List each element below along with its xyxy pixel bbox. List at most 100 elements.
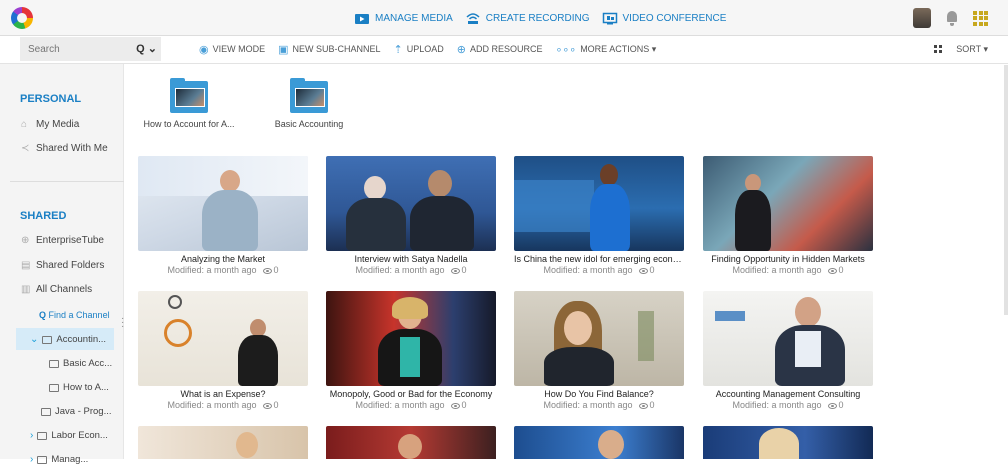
video-thumbnail[interactable] xyxy=(138,291,308,386)
video-thumbnail[interactable] xyxy=(703,291,873,386)
video-card[interactable]: How Do You Find Balance? Modified: a mon… xyxy=(514,291,684,414)
sidebar-item-all-channels[interactable]: ▥ All Channels xyxy=(21,284,92,295)
tree-item-java[interactable]: Java - Prog... xyxy=(41,406,112,417)
folder-icon xyxy=(170,78,208,113)
view-count: 0 xyxy=(649,265,655,275)
views-eye-icon xyxy=(827,267,837,274)
tree-item-accounting[interactable]: ⌄ Accountin... xyxy=(30,334,106,345)
add-resource-label: ADD RESOURCE xyxy=(470,44,543,54)
sidebar-item-shared-with-me[interactable]: ≺ Shared With Me xyxy=(21,143,108,154)
home-icon: ⌂ xyxy=(21,119,28,130)
tree-item-labor-economics[interactable]: › Labor Econ... xyxy=(30,430,108,441)
video-thumbnail[interactable] xyxy=(326,156,496,251)
video-thumbnail[interactable] xyxy=(703,156,873,251)
folder-icon xyxy=(49,359,59,368)
shared-with-me-label: Shared With Me xyxy=(36,143,108,154)
video-thumbnail[interactable] xyxy=(326,291,496,386)
video-meta: Modified: a month ago 0 xyxy=(514,265,684,275)
find-channel-link[interactable]: Q Find a Channel xyxy=(39,310,110,320)
chevron-right-icon[interactable]: › xyxy=(30,430,33,441)
channels-icon: ▥ xyxy=(21,284,31,295)
view-count: 0 xyxy=(649,400,655,410)
toolbar: Q ⌄ ◉VIEW MODE ▣NEW SUB-CHANNEL ⇡UPLOAD … xyxy=(0,36,1008,64)
views-eye-icon xyxy=(450,402,460,409)
view-count: 0 xyxy=(838,265,844,275)
video-card[interactable]: Is China the new idol for emerging econo… xyxy=(514,156,684,279)
modified-text: Modified: a month ago xyxy=(543,400,633,410)
video-title[interactable]: Analyzing the Market xyxy=(138,254,308,264)
video-thumbnail[interactable] xyxy=(138,156,308,251)
tree-item-basic-accounting[interactable]: Basic Acc... xyxy=(49,358,112,369)
video-card[interactable]: What is an Expense? Modified: a month ag… xyxy=(138,291,308,414)
video-conference-button[interactable]: VIDEO CONFERENCE xyxy=(602,12,726,25)
sidebar-item-my-media[interactable]: ⌂ My Media xyxy=(21,119,79,130)
add-resource-button[interactable]: ⊕ ADD RESOURCE xyxy=(457,43,543,56)
modified-text: Modified: a month ago xyxy=(543,265,633,275)
sidebar-item-shared-folders[interactable]: ▤ Shared Folders xyxy=(21,260,104,271)
sort-area: SORT ▾ xyxy=(934,36,988,62)
tree-label: Basic Acc... xyxy=(63,358,113,369)
scrollbar[interactable] xyxy=(1004,65,1008,315)
view-count: 0 xyxy=(273,265,279,275)
video-card[interactable]: Interview with Satya Nadella Modified: a… xyxy=(326,156,496,279)
video-thumbnail[interactable] xyxy=(703,426,873,459)
video-title[interactable]: What is an Expense? xyxy=(138,389,308,399)
video-thumbnail[interactable] xyxy=(514,156,684,251)
new-subchannel-icon: ▣ xyxy=(278,43,289,56)
video-meta: Modified: a month ago 0 xyxy=(703,265,873,275)
video-thumbnail[interactable] xyxy=(514,291,684,386)
video-meta: Modified: a month ago 0 xyxy=(138,400,308,410)
modified-text: Modified: a month ago xyxy=(732,265,822,275)
user-avatar[interactable] xyxy=(913,8,931,28)
folder-tile[interactable]: How to Account for A... xyxy=(134,78,244,129)
video-thumbnail[interactable] xyxy=(138,426,308,459)
video-title[interactable]: Is China the new idol for emerging econo… xyxy=(514,254,684,264)
view-mode-button[interactable]: ◉ VIEW MODE xyxy=(199,43,265,56)
search-input[interactable] xyxy=(20,37,130,61)
video-thumbnail[interactable] xyxy=(514,426,684,459)
my-media-label: My Media xyxy=(36,119,80,130)
video-thumbnail[interactable] xyxy=(326,426,496,459)
create-recording-button[interactable]: CREATE RECORDING xyxy=(465,12,590,25)
views-eye-icon xyxy=(262,267,272,274)
notification-bell-icon[interactable] xyxy=(945,10,959,26)
create-recording-icon xyxy=(465,12,481,25)
video-title[interactable]: Interview with Satya Nadella xyxy=(326,254,496,264)
app-logo[interactable] xyxy=(11,7,33,29)
more-actions-button[interactable]: ∘∘∘ MORE ACTIONS ▾ xyxy=(556,43,657,56)
new-subchannel-label: NEW SUB-CHANNEL xyxy=(292,44,381,54)
video-title[interactable]: Accounting Management Consulting xyxy=(703,389,873,399)
upload-button[interactable]: ⇡ UPLOAD xyxy=(394,43,444,56)
video-meta: Modified: a month ago 0 xyxy=(514,400,684,410)
video-card[interactable]: Finding Opportunity in Hidden Markets Mo… xyxy=(703,156,873,279)
globe-icon: ⊕ xyxy=(21,235,30,246)
tree-label: Accountin... xyxy=(56,334,107,345)
tree-label: Manag... xyxy=(51,454,89,465)
folder-tile[interactable]: Basic Accounting xyxy=(254,78,364,129)
shared-folders-label: Shared Folders xyxy=(36,260,105,271)
search-icon: Q xyxy=(39,310,47,320)
chevron-right-icon[interactable]: › xyxy=(30,454,33,465)
video-title[interactable]: How Do You Find Balance? xyxy=(514,389,684,399)
tree-item-manag[interactable]: › Manag... xyxy=(30,454,88,465)
modified-text: Modified: a month ago xyxy=(732,400,822,410)
video-card[interactable]: Monopoly, Good or Bad for the Economy Mo… xyxy=(326,291,496,414)
sidebar-item-enterprise-tube[interactable]: ⊕ EnterpriseTube xyxy=(21,235,104,246)
apps-grid-icon[interactable] xyxy=(973,10,988,26)
resize-handle-icon[interactable]: · · · xyxy=(121,314,124,332)
video-title[interactable]: Monopoly, Good or Bad for the Economy xyxy=(326,389,496,399)
find-channel-label: Find a Channel xyxy=(48,310,110,320)
video-title[interactable]: Finding Opportunity in Hidden Markets xyxy=(703,254,873,264)
tree-item-how-to-account[interactable]: How to A... xyxy=(49,382,109,393)
search-icon[interactable]: Q ⌄ xyxy=(136,42,157,55)
grid-view-icon[interactable] xyxy=(934,45,943,53)
new-subchannel-button[interactable]: ▣ NEW SUB-CHANNEL xyxy=(278,43,380,56)
manage-media-button[interactable]: MANAGE MEDIA xyxy=(354,12,453,25)
sort-button[interactable]: SORT ▾ xyxy=(956,44,988,55)
video-meta: Modified: a month ago 0 xyxy=(138,265,308,275)
video-meta: Modified: a month ago 0 xyxy=(703,400,873,410)
modified-text: Modified: a month ago xyxy=(167,400,257,410)
video-card[interactable]: Analyzing the Market Modified: a month a… xyxy=(138,156,308,279)
chevron-down-icon[interactable]: ⌄ xyxy=(30,334,38,345)
video-card[interactable]: Accounting Management Consulting Modifie… xyxy=(703,291,873,414)
